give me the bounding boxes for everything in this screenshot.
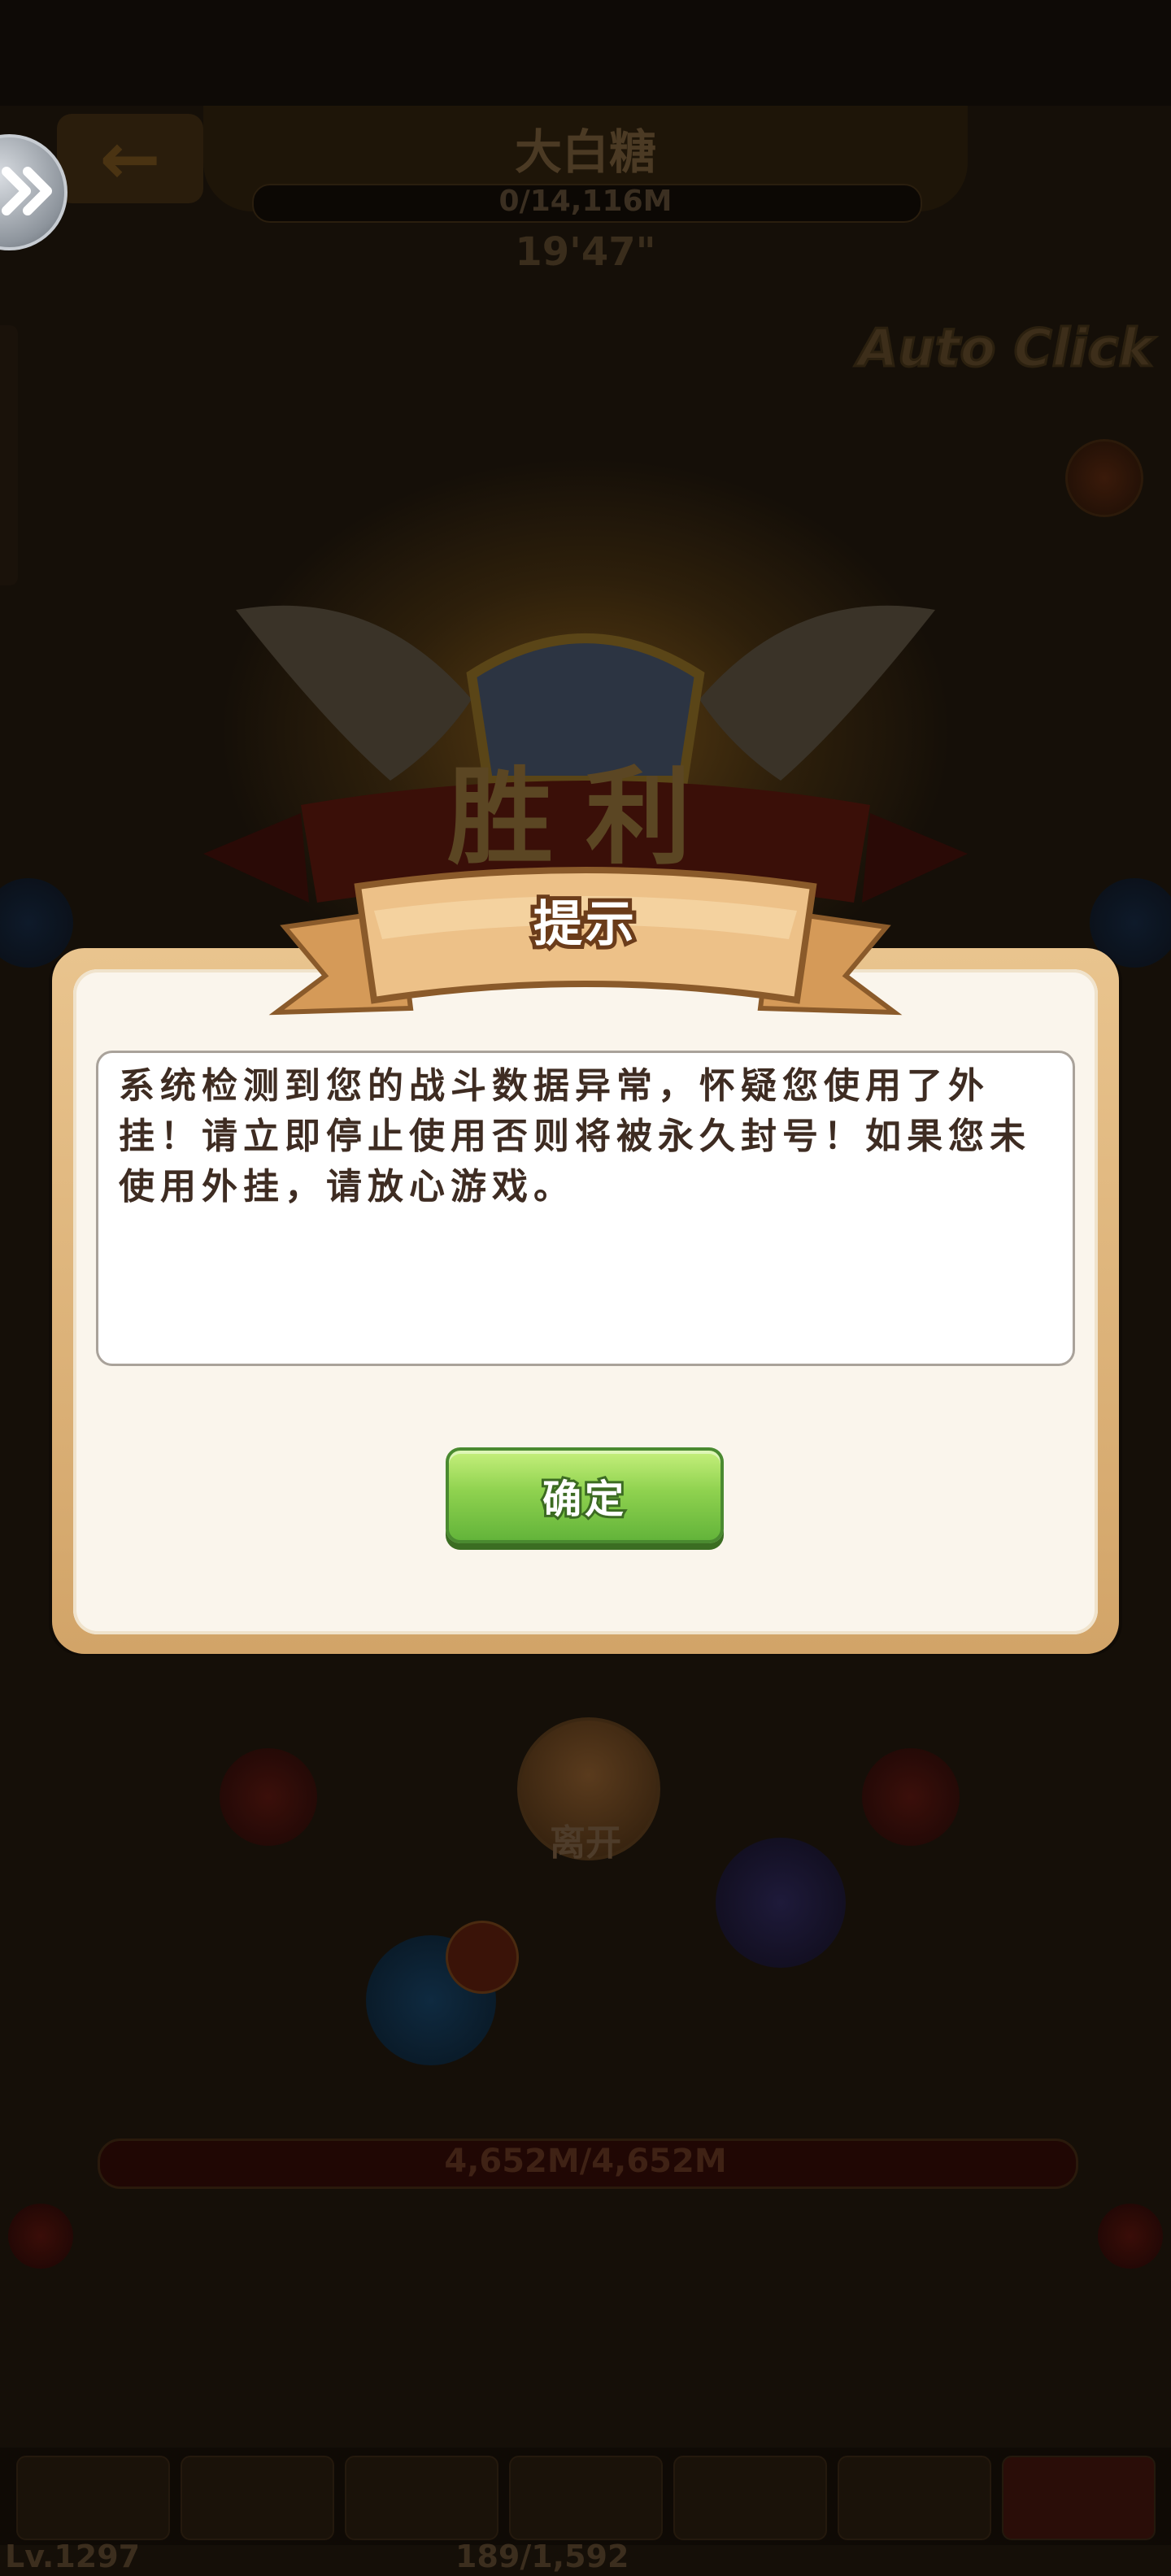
- dialog-message: 系统检测到您的战斗数据异常，怀疑您使用了外挂！请立即停止使用否则将被永久封号！如…: [119, 1065, 1031, 1208]
- back-arrow-icon: ←: [57, 114, 203, 203]
- top-right-orb-icon: [1065, 439, 1143, 517]
- top-bar: [0, 0, 1171, 106]
- double-chevron-right-icon: [2, 167, 52, 215]
- bottom-right-orb-icon: [1098, 2204, 1163, 2269]
- purple-orb-icon: [716, 1838, 846, 1968]
- skill-slot: [509, 2456, 663, 2540]
- bottom-left-orb-icon: [8, 2204, 73, 2269]
- dialog-title: 提示: [529, 892, 638, 957]
- expand-menu-button[interactable]: [0, 134, 67, 250]
- energy-text: 189/1,592: [455, 2539, 629, 2574]
- battle-timer: 19'47": [515, 229, 656, 275]
- confirm-label: 确定: [540, 1474, 627, 1525]
- skill-slot: [181, 2456, 334, 2540]
- badge-two-icon: [446, 1921, 519, 1994]
- left-orb-icon: [0, 878, 73, 968]
- auto-click-label: Auto Click: [856, 318, 1154, 381]
- skill-slot: [345, 2456, 498, 2540]
- leave-label: 离开: [550, 1822, 621, 1864]
- confirm-button[interactable]: 确定: [446, 1447, 724, 1543]
- skill-slot: [838, 2456, 991, 2540]
- player-hp-text: 4,652M/4,652M: [444, 2143, 727, 2180]
- skill-slot: [16, 2456, 170, 2540]
- level-text: Lv.1297: [5, 2539, 141, 2574]
- boss-hp-text: 0/14,116M: [498, 185, 673, 218]
- lower-left-orb-icon: [220, 1748, 317, 1846]
- side-tab: [0, 325, 18, 585]
- skill-slot: [1002, 2456, 1156, 2540]
- skill-slot: [673, 2456, 827, 2540]
- lower-right-orb-icon: [862, 1748, 960, 1846]
- stage-title: 大白糖: [514, 124, 656, 180]
